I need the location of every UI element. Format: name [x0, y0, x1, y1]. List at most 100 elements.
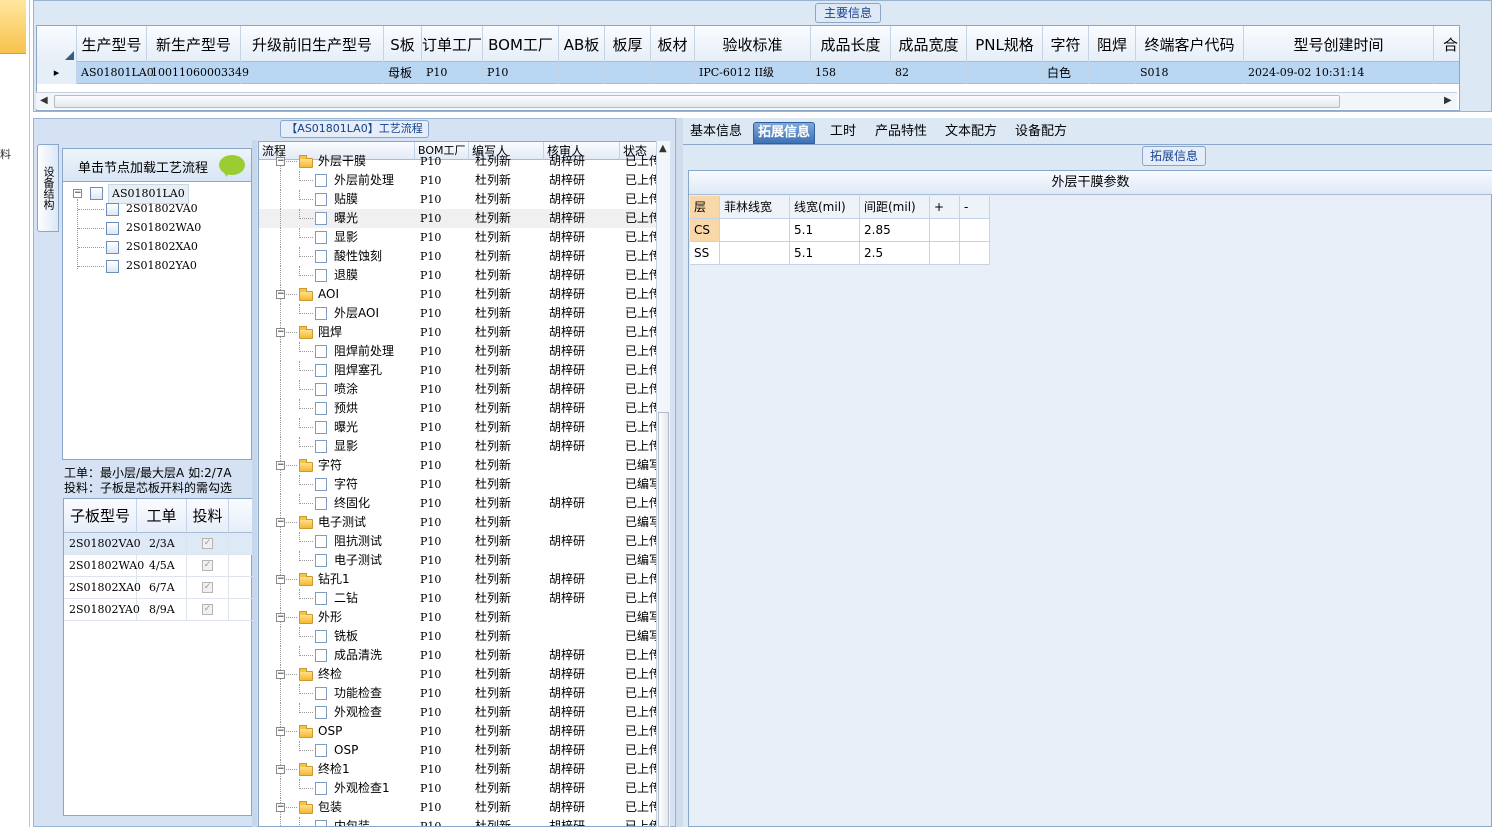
- flow-row[interactable]: 内包装 P10 杜列新 胡梓研 已上传: [259, 817, 657, 826]
- flow-row[interactable]: 退膜 P10 杜列新 胡梓研 已上传: [259, 266, 657, 285]
- flow-row[interactable]: − 包装 P10 杜列新 胡梓研 已上传: [259, 798, 657, 817]
- cell-3[interactable]: 母板: [384, 62, 422, 84]
- param-cell[interactable]: CS: [690, 219, 720, 242]
- splitter-right[interactable]: [676, 118, 683, 827]
- flow-row[interactable]: 显影 P10 杜列新 胡梓研 已上传: [259, 228, 657, 247]
- param-col-3[interactable]: 间距(mil): [860, 196, 930, 219]
- main-grid-hscrollbar[interactable]: ◀ ▶: [36, 92, 1457, 109]
- sub-board-row[interactable]: 2S01802WA0 4/5A ✓: [64, 555, 253, 577]
- param-cell[interactable]: 2.5: [860, 242, 930, 265]
- flow-row[interactable]: − 钻孔1 P10 杜列新 胡梓研 已上传: [259, 570, 657, 589]
- feed-checkbox[interactable]: ✓: [202, 582, 213, 593]
- flow-row[interactable]: 外层AOI P10 杜列新 胡梓研 已上传: [259, 304, 657, 323]
- col-15[interactable]: 终端客户代码: [1136, 26, 1244, 62]
- cell-10[interactable]: 158: [811, 62, 891, 84]
- tab-0[interactable]: 基本信息: [686, 122, 746, 144]
- tab-2[interactable]: 工时: [826, 122, 860, 144]
- flow-collapse-icon[interactable]: −: [276, 765, 285, 774]
- flow-row[interactable]: 贴膜 P10 杜列新 胡梓研 已上传: [259, 190, 657, 209]
- col-11[interactable]: 成品宽度: [891, 26, 967, 62]
- flow-row[interactable]: 阻抗测试 P10 杜列新 胡梓研 已上传: [259, 532, 657, 551]
- left-nav-button[interactable]: [0, 0, 26, 54]
- col-3[interactable]: S板: [384, 26, 422, 62]
- col-12[interactable]: PNL规格: [967, 26, 1043, 62]
- param-cell[interactable]: 5.1: [790, 242, 860, 265]
- flow-row[interactable]: − 阻焊 P10 杜列新 胡梓研 已上传: [259, 323, 657, 342]
- flow-collapse-icon[interactable]: −: [276, 670, 285, 679]
- param-col-2[interactable]: 线宽(mil): [790, 196, 860, 219]
- cell-5[interactable]: P10: [483, 62, 559, 84]
- cell-12[interactable]: [967, 62, 1043, 84]
- tree-child-node[interactable]: 2S01802WA0: [126, 219, 201, 237]
- cell-2[interactable]: [241, 62, 384, 84]
- tree-child-node[interactable]: 2S01802XA0: [126, 238, 198, 256]
- cell-8[interactable]: [651, 62, 695, 84]
- flow-row[interactable]: 阻焊塞孔 P10 杜列新 胡梓研 已上传: [259, 361, 657, 380]
- sub-order-cell[interactable]: 6/7A: [137, 577, 187, 599]
- param-cell[interactable]: [720, 242, 790, 265]
- param-col-1[interactable]: 菲林线宽: [720, 196, 790, 219]
- cell-14[interactable]: [1089, 62, 1136, 84]
- flow-row[interactable]: 外观检查1 P10 杜列新 胡梓研 已上传: [259, 779, 657, 798]
- sub-model-cell[interactable]: 2S01802YA0: [64, 599, 140, 621]
- flow-row[interactable]: 预烘 P10 杜列新 胡梓研 已上传: [259, 399, 657, 418]
- cell-9[interactable]: IPC-6012 II级: [695, 62, 811, 84]
- flow-row[interactable]: 功能检查 P10 杜列新 胡梓研 已上传: [259, 684, 657, 703]
- col-4[interactable]: 订单工厂: [422, 26, 483, 62]
- flow-collapse-icon[interactable]: −: [276, 727, 285, 736]
- flow-row[interactable]: − 终检1 P10 杜列新 胡梓研 已上传: [259, 760, 657, 779]
- flow-row[interactable]: − 电子测试 P10 杜列新 已编写: [259, 513, 657, 532]
- param-col-0[interactable]: 层: [690, 196, 720, 219]
- flow-collapse-icon[interactable]: −: [276, 328, 285, 337]
- col-1[interactable]: 新生产型号: [147, 26, 241, 62]
- flow-row[interactable]: 电子测试 P10 杜列新 已编写: [259, 551, 657, 570]
- cell-7[interactable]: [605, 62, 651, 84]
- flow-collapse-icon[interactable]: −: [276, 518, 285, 527]
- cell-13[interactable]: 白色: [1043, 62, 1089, 84]
- param-cell[interactable]: 5.1: [790, 219, 860, 242]
- cell-6[interactable]: [559, 62, 605, 84]
- scroll-right-icon[interactable]: ▶: [1444, 95, 1452, 106]
- col-10[interactable]: 成品长度: [811, 26, 891, 62]
- flow-collapse-icon[interactable]: −: [276, 461, 285, 470]
- flow-row[interactable]: 曝光 P10 杜列新 胡梓研 已上传: [259, 209, 657, 228]
- sub-model-cell[interactable]: 2S01802XA0: [64, 577, 141, 599]
- splitter-left[interactable]: [252, 140, 257, 827]
- cell-17[interactable]: [1434, 62, 1459, 84]
- col-7[interactable]: 板厚: [605, 26, 651, 62]
- feed-checkbox[interactable]: ✓: [202, 560, 213, 571]
- feed-checkbox[interactable]: ✓: [202, 538, 213, 549]
- cell-0[interactable]: AS01801LA0: [77, 62, 154, 84]
- col-17[interactable]: 合: [1434, 26, 1459, 62]
- flow-row[interactable]: 二钻 P10 杜列新 胡梓研 已上传: [259, 589, 657, 608]
- param-cell[interactable]: SS: [690, 242, 720, 265]
- tab-4[interactable]: 文本配方: [941, 122, 1001, 144]
- param-cell[interactable]: [930, 242, 960, 265]
- param-cell[interactable]: 2.85: [860, 219, 930, 242]
- flow-row[interactable]: 酸性蚀刻 P10 杜列新 胡梓研 已上传: [259, 247, 657, 266]
- col-sub-model[interactable]: 子板型号: [64, 499, 137, 533]
- sub-model-cell[interactable]: 2S01802VA0: [64, 533, 141, 555]
- tab-1[interactable]: 拓展信息: [753, 122, 816, 144]
- col-8[interactable]: 板材: [651, 26, 695, 62]
- col-6[interactable]: AB板: [559, 26, 605, 62]
- flow-row[interactable]: − 外形 P10 杜列新 已编写: [259, 608, 657, 627]
- flow-row[interactable]: 阻焊前处理 P10 杜列新 胡梓研 已上传: [259, 342, 657, 361]
- flow-row[interactable]: 成品清洗 P10 杜列新 胡梓研 已上传: [259, 646, 657, 665]
- hscroll-thumb[interactable]: [54, 95, 1340, 108]
- flow-row[interactable]: − 终检 P10 杜列新 胡梓研 已上传: [259, 665, 657, 684]
- param-cell[interactable]: [720, 219, 790, 242]
- flow-row[interactable]: − 字符 P10 杜列新 已编写: [259, 456, 657, 475]
- col-14[interactable]: 阻焊: [1089, 26, 1136, 62]
- flow-row[interactable]: 字符 P10 杜列新 已编写: [259, 475, 657, 494]
- flow-row[interactable]: 终固化 P10 杜列新 胡梓研 已上传: [259, 494, 657, 513]
- sub-model-cell[interactable]: 2S01802WA0: [64, 555, 144, 577]
- tab-3[interactable]: 产品特性: [871, 122, 931, 144]
- flow-row[interactable]: 外层前处理 P10 杜列新 胡梓研 已上传: [259, 171, 657, 190]
- flow-collapse-icon[interactable]: −: [276, 157, 285, 166]
- main-grid-row[interactable]: ▸ AS01801LA0 10011060003349 母板 P10 P10 IPC-601…: [37, 62, 1459, 84]
- tab-5[interactable]: 设备配方: [1011, 122, 1071, 144]
- col-9[interactable]: 验收标准: [695, 26, 811, 62]
- scroll-up-icon[interactable]: ▲: [659, 143, 667, 154]
- sub-board-row[interactable]: 2S01802XA0 6/7A ✓: [64, 577, 253, 599]
